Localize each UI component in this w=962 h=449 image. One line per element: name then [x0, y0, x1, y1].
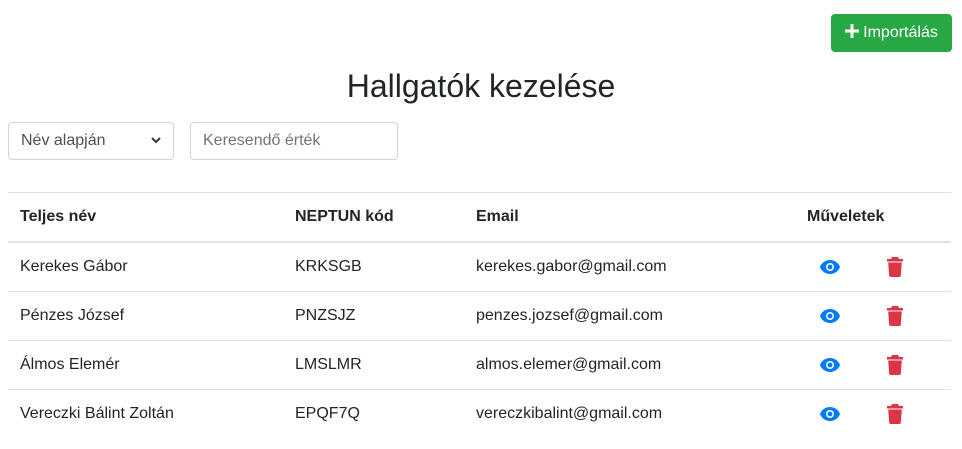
view-button[interactable]: [817, 255, 843, 279]
column-header-name: Teljes név: [8, 192, 283, 243]
student-name: Pénzes József: [8, 291, 283, 341]
plus-icon: [845, 23, 860, 43]
table-row: Álmos Elemér LMSLMR almos.elemer@gmail.c…: [8, 340, 951, 390]
eye-icon: [820, 309, 840, 323]
trash-icon: [887, 404, 903, 424]
student-email: penzes.jozsef@gmail.com: [464, 291, 795, 341]
import-button-label: Importálás: [863, 24, 938, 41]
page-title: Hallgatók kezelése: [346, 68, 616, 104]
trash-icon: [887, 355, 903, 375]
student-name: Vereczki Bálint Zoltán: [8, 389, 283, 438]
import-button[interactable]: Importálás: [831, 14, 952, 52]
eye-icon: [820, 407, 840, 421]
column-header-actions: Műveletek: [795, 192, 951, 243]
delete-button[interactable]: [883, 255, 907, 279]
student-email: vereczkibalint@gmail.com: [464, 389, 795, 438]
table-header-row: Teljes név NEPTUN kód Email Műveletek: [8, 192, 951, 243]
filter-type-selected: Név alapján: [21, 132, 106, 149]
student-name: Álmos Elemér: [8, 340, 283, 390]
chevron-down-icon: [151, 132, 161, 150]
filter-type-select[interactable]: Név alapján: [8, 122, 174, 160]
delete-button[interactable]: [883, 353, 907, 377]
students-table: Teljes név NEPTUN kód Email Műveletek Ke…: [8, 192, 951, 438]
student-neptun-code: PNZSJZ: [283, 291, 464, 341]
eye-icon: [820, 260, 840, 274]
search-input[interactable]: [190, 122, 398, 160]
delete-button[interactable]: [883, 402, 907, 426]
student-neptun-code: KRKSGB: [295, 258, 362, 275]
column-header-neptun: NEPTUN kód: [283, 192, 464, 243]
table-row: Vereczki Bálint Zoltán EPQF7Q vereczkiba…: [8, 389, 951, 438]
student-neptun-code: LMSLMR: [283, 340, 464, 390]
student-email: almos.elemer@gmail.com: [464, 340, 795, 390]
student-neptun-code: EPQF7Q: [283, 389, 464, 438]
table-row: Kerekes Gábor KRKSGB kerekes.gabor@gmail…: [8, 242, 951, 292]
student-email: kerekes.gabor@gmail.com: [476, 258, 667, 275]
view-button[interactable]: [817, 353, 843, 377]
view-button[interactable]: [817, 304, 843, 328]
trash-icon: [887, 257, 903, 277]
column-header-email: Email: [464, 192, 795, 243]
eye-icon: [820, 358, 840, 372]
view-button[interactable]: [817, 402, 843, 426]
trash-icon: [887, 306, 903, 326]
student-name: Kerekes Gábor: [20, 258, 128, 275]
table-row: Pénzes József PNZSJZ penzes.jozsef@gmail…: [8, 291, 951, 341]
delete-button[interactable]: [883, 304, 907, 328]
